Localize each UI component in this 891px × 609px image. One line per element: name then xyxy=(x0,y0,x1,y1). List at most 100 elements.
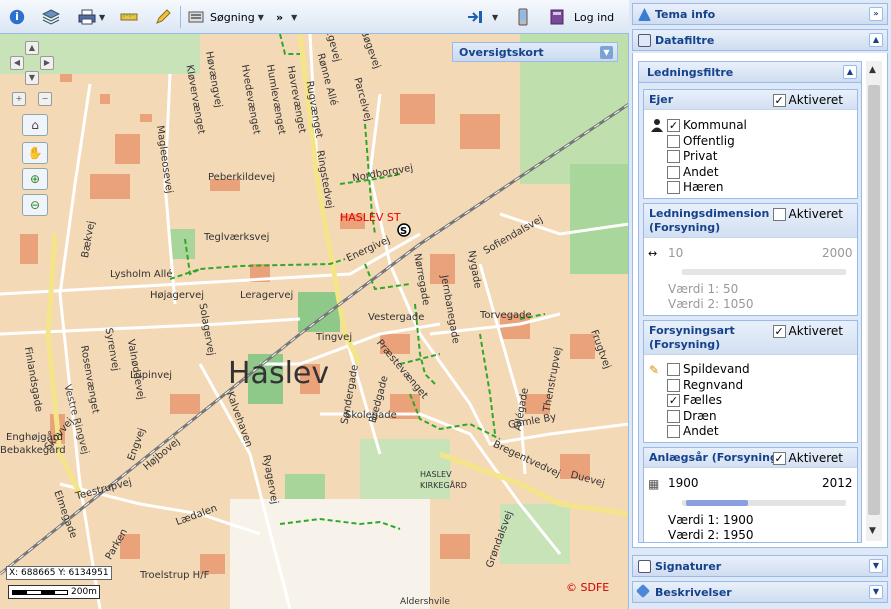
overview-map-panel[interactable]: Oversigtskort ▼ xyxy=(452,42,618,62)
signaturer-panel-header[interactable]: Signaturer ▼ xyxy=(632,555,888,577)
checkbox[interactable] xyxy=(667,362,680,376)
forsyningsart-title: Forsyningsart (Forsyning) xyxy=(649,324,735,351)
forsyningsart-activated-toggle[interactable]: ✓ Aktiveret xyxy=(772,324,843,338)
pan-right-button[interactable]: ▶ xyxy=(40,56,54,70)
copyright-label: © SDFE xyxy=(566,581,610,594)
ejer-option-kommunal[interactable]: ✓ Kommunal xyxy=(667,118,747,132)
tema-info-icon xyxy=(638,8,651,21)
layers-button[interactable] xyxy=(41,6,61,28)
forsyning-option-andet[interactable]: Andet xyxy=(667,424,719,438)
datafiltre-panel-header[interactable]: Datafiltre ▲ xyxy=(632,29,888,51)
year-slider[interactable] xyxy=(682,500,846,506)
year-min: 1900 xyxy=(668,476,699,490)
home-button[interactable]: ⌂ xyxy=(22,114,48,136)
option-label: Fælles xyxy=(683,393,722,407)
ejer-option-andet[interactable]: Andet xyxy=(667,165,719,179)
checkbox[interactable] xyxy=(772,207,786,221)
search-button[interactable]: Søgning ▼ xyxy=(188,6,264,28)
forsyning-option-draen[interactable]: Dræn xyxy=(667,409,717,423)
option-label: Hæren xyxy=(683,180,724,194)
ledningsfiltre-title: Ledningsfiltre xyxy=(647,66,734,79)
map-view[interactable]: S Haslev HASLEV ST HASLEV KIRKEGÅRD © SD… xyxy=(0,34,629,609)
chevron-up-icon[interactable]: ▲ xyxy=(869,33,883,47)
ledningsdimension-title: Ledningsdimension (Forsyning) xyxy=(649,207,770,234)
street-label: Teglværksvej xyxy=(204,232,270,243)
street-label: Torvegade xyxy=(480,310,532,321)
street-label: Højagervej xyxy=(150,290,205,301)
collapse-panel-button[interactable]: ▼ xyxy=(466,6,498,28)
checkbox[interactable] xyxy=(667,180,680,194)
zoom-in-tool-button[interactable]: ⊕ xyxy=(22,168,48,190)
ledningsfiltre-header[interactable]: Ledningsfiltre ▲ xyxy=(638,61,862,83)
street-label: Tingvej xyxy=(316,332,353,343)
ejer-option-privat[interactable]: Privat xyxy=(667,149,717,163)
ruler-icon xyxy=(120,8,138,26)
chevron-down-icon: ▼ xyxy=(99,12,106,22)
scale-bar: 200m xyxy=(8,585,100,599)
measure-button[interactable] xyxy=(120,6,138,28)
toolbar-separator xyxy=(180,6,181,28)
anlaegsaar-title: Anlægsår (Forsyning) xyxy=(649,451,783,464)
tag-icon xyxy=(635,583,651,599)
mobile-button[interactable] xyxy=(514,6,532,28)
pencil-icon xyxy=(154,8,172,26)
scrollbar-thumb[interactable] xyxy=(868,85,880,515)
checkbox[interactable] xyxy=(667,409,680,423)
dimension-slider[interactable] xyxy=(682,269,846,275)
cemetery-label: HASLEV KIRKEGÅRD xyxy=(420,470,467,490)
login-button[interactable]: Log ind xyxy=(548,6,614,28)
anlaegsaar-activated-toggle[interactable]: ✓ Aktiveret xyxy=(772,451,843,465)
scroll-down-icon[interactable]: ▼ xyxy=(869,526,876,536)
print-button[interactable]: ▼ xyxy=(78,6,105,28)
tema-info-label: Tema info xyxy=(655,8,716,21)
draw-button[interactable] xyxy=(154,6,172,28)
zoom-out-button[interactable]: − xyxy=(38,92,52,106)
more-button[interactable]: » ▼ xyxy=(276,6,297,28)
zoom-out-icon: ⊖ xyxy=(29,198,41,212)
ejer-option-haeren[interactable]: Hæren xyxy=(667,180,723,194)
dimension-icon: ↔ xyxy=(648,247,658,260)
checkbox-checked[interactable]: ✓ xyxy=(667,118,680,132)
checkbox[interactable] xyxy=(667,149,680,163)
chevron-up-icon[interactable]: ▲ xyxy=(843,65,857,79)
zoom-in-button[interactable]: + xyxy=(12,92,26,106)
chevron-down-icon[interactable]: ▼ xyxy=(869,585,883,599)
dimension-value-2: Værdi 2: 1050 xyxy=(668,297,754,311)
year-value-1: Værdi 1: 1900 xyxy=(668,513,754,527)
tema-info-panel-header[interactable]: Tema info » xyxy=(632,3,888,25)
expand-icon[interactable]: » xyxy=(869,7,883,21)
pan-down-button[interactable]: ▼ xyxy=(25,71,39,85)
option-label: Spildevand xyxy=(683,362,750,376)
checkbox[interactable] xyxy=(667,378,680,392)
forsyning-option-regnvand[interactable]: Regnvand xyxy=(667,378,743,392)
coordinate-readout: X: 688665 Y: 6134951 xyxy=(6,566,112,580)
pan-left-button[interactable]: ◀ xyxy=(10,56,24,70)
forsyning-option-faelles[interactable]: ✓ Fælles xyxy=(667,393,722,407)
checkbox-checked[interactable]: ✓ xyxy=(667,393,680,407)
pan-up-button[interactable]: ▲ xyxy=(25,41,39,55)
info-icon: i xyxy=(8,8,26,26)
ejer-activated-toggle[interactable]: ✓ Aktiveret xyxy=(772,93,843,107)
street-label: Aldershvile xyxy=(400,597,450,607)
dimension-activated-toggle[interactable]: Aktiveret xyxy=(772,207,843,221)
checkbox[interactable] xyxy=(667,134,680,148)
scroll-up-icon[interactable]: ▲ xyxy=(869,65,876,75)
forsyning-option-spildevand[interactable]: Spildevand xyxy=(667,362,750,376)
filter-scrollbar[interactable]: ▲ ▼ xyxy=(866,61,882,541)
zoom-out-tool-button[interactable]: ⊖ xyxy=(22,194,48,216)
activated-label: Aktiveret xyxy=(788,451,843,465)
checkbox-checked[interactable]: ✓ xyxy=(772,93,786,107)
ejer-option-offentlig[interactable]: Offentlig xyxy=(667,134,735,148)
datafiltre-label: Datafiltre xyxy=(655,34,715,47)
street-label: Vestergade xyxy=(368,312,425,323)
town-label: Haslev xyxy=(228,356,330,391)
chevron-down-icon[interactable]: ▼ xyxy=(600,46,613,59)
checkbox-checked[interactable]: ✓ xyxy=(772,324,786,338)
beskrivelser-panel-header[interactable]: Beskrivelser ▼ xyxy=(632,581,888,603)
chevron-down-icon[interactable]: ▼ xyxy=(869,559,883,573)
checkbox-checked[interactable]: ✓ xyxy=(772,451,786,465)
pan-tool-button[interactable]: ✋ xyxy=(22,142,48,164)
checkbox[interactable] xyxy=(667,424,680,438)
checkbox[interactable] xyxy=(667,165,680,179)
info-button[interactable]: i xyxy=(8,6,26,28)
